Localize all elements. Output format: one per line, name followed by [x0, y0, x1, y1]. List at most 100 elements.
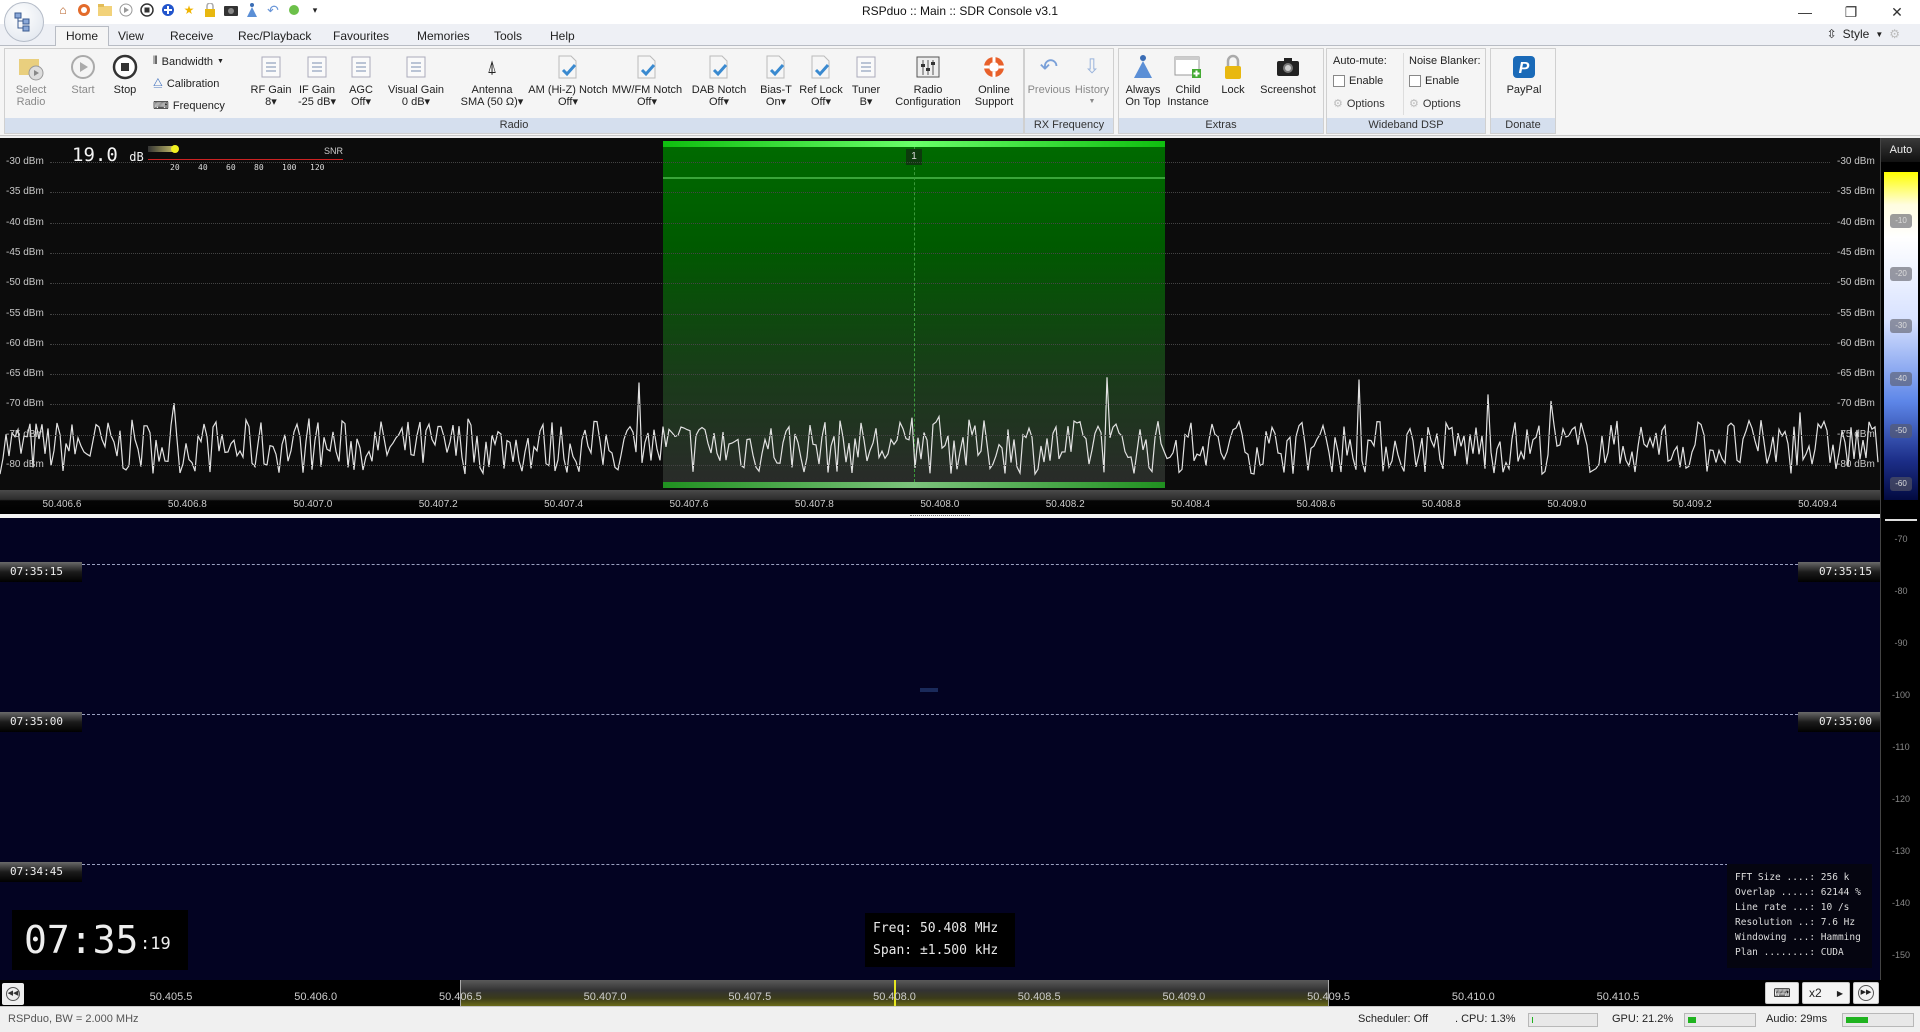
chevron-down-icon: ▼: [1875, 29, 1884, 39]
calibration-button[interactable]: ⧋ Calibration: [153, 77, 219, 90]
stop-button[interactable]: Stop: [105, 53, 145, 96]
db-gridline: [50, 374, 1830, 376]
db-gridline: [50, 343, 1830, 345]
am-notch-label: AM (Hi-Z) Notch: [528, 84, 608, 96]
bias-t-button[interactable]: Bias-T On▾: [757, 53, 795, 108]
snr-bar: [148, 146, 173, 152]
screenshot-label: Screenshot: [1260, 84, 1316, 96]
close-button[interactable]: ✕: [1874, 0, 1920, 24]
screenshot-button[interactable]: Screenshot: [1253, 53, 1323, 96]
if-gain-button[interactable]: IF Gain -25 dB▾: [295, 53, 339, 108]
zoom-selector[interactable]: x2 ▶: [1802, 982, 1850, 1004]
lock-button[interactable]: Lock: [1213, 53, 1253, 96]
frequency-label: 50.407.6: [669, 499, 709, 510]
clock: 07:35 :19: [12, 910, 188, 970]
ref-lock-button[interactable]: Ref Lock Off▾: [797, 53, 845, 108]
antenna-label: Antenna: [471, 84, 513, 96]
tab-home[interactable]: Home: [55, 26, 110, 47]
frequency-label: 50.406.8: [167, 499, 207, 510]
checkbox-icon[interactable]: [1409, 75, 1421, 87]
splitter-grip[interactable]: [910, 515, 970, 517]
tab-memories[interactable]: Memories: [407, 27, 480, 46]
tuner-button[interactable]: Tuner B▾: [847, 53, 885, 108]
visual-gain-button[interactable]: Visual Gain 0 dB▾: [383, 53, 449, 108]
select-radio-button[interactable]: Select Radio: [9, 53, 53, 108]
checkbox-icon[interactable]: [1333, 75, 1345, 87]
auto-button[interactable]: Auto: [1881, 138, 1920, 162]
gear-icon[interactable]: ⚙: [1889, 27, 1900, 41]
tuner-value-text: B: [859, 96, 867, 108]
fft-info-panel: FFT Size ....: 256 k Overlap .....: 6214…: [1727, 864, 1872, 968]
level-marker[interactable]: [1885, 519, 1917, 521]
dab-notch-value-text: Off: [708, 96, 724, 108]
auto-mute-options-button[interactable]: ⚙ Options: [1333, 97, 1385, 111]
app-menu-button[interactable]: [4, 2, 44, 42]
ribbon-group-rx-frequency: ↶ Previous ⇩ History ▼ RX Frequency: [1024, 48, 1114, 134]
db-label-left: -60 dBm: [6, 337, 44, 349]
checked-doc-icon: [762, 53, 790, 81]
tab-receive[interactable]: Receive: [160, 27, 223, 46]
scheduler-status[interactable]: Scheduler: Off: [1358, 1013, 1428, 1025]
tab-tools[interactable]: Tools: [484, 27, 532, 46]
online-support-button[interactable]: Online Support: [967, 53, 1021, 108]
keyboard-button[interactable]: ⌨: [1765, 982, 1799, 1004]
collapse-ribbon-icon[interactable]: ⇳: [1827, 27, 1837, 41]
db-label-right: -75 dBm: [1837, 428, 1875, 440]
radio-configuration-button[interactable]: Radio Configuration: [891, 53, 965, 108]
overview-label: 50.406.5: [438, 991, 482, 1003]
db-label-left: -40 dBm: [6, 216, 44, 228]
waterfall-display[interactable]: 07:35:15 07:35:15 07:35:00 07:35:00 07:3…: [0, 518, 1880, 980]
zoom-value: x2: [1809, 986, 1822, 1000]
frequency-label: 50.407.0: [293, 499, 333, 510]
if-gain-value-text: -25 dB: [298, 96, 331, 108]
visual-gain-label: Visual Gain: [387, 84, 445, 96]
clock-hours-minutes: 07:35: [24, 918, 139, 962]
tab-rec-playback[interactable]: Rec/Playback: [228, 27, 321, 46]
start-button[interactable]: Start: [63, 53, 103, 96]
always-on-top-button[interactable]: Always On Top: [1121, 53, 1165, 108]
agc-button[interactable]: AGC Off▾: [341, 53, 381, 108]
mwfm-notch-button[interactable]: MW/FM Notch Off▾: [609, 53, 685, 108]
tab-view[interactable]: View: [108, 27, 154, 46]
paypal-icon: P: [1510, 53, 1538, 81]
overview-label: 50.405.5: [149, 991, 193, 1003]
overview-frequency-bar[interactable]: ◀◀ 50.405.5 50.406.0 50.406.5 50.407.0 50.40…: [0, 980, 1920, 1006]
ribbon-group-donate: P PayPal Donate: [1490, 48, 1556, 134]
history-button[interactable]: ⇩ History ▼: [1071, 53, 1113, 108]
previous-button[interactable]: ↶ Previous: [1027, 53, 1071, 97]
bandwidth-button[interactable]: ⫴ Bandwidth ▼: [153, 55, 224, 68]
db-label-right: -50 dBm: [1837, 277, 1875, 289]
bandwidth-label: Bandwidth: [161, 55, 213, 68]
tab-help[interactable]: Help: [540, 27, 585, 46]
scroll-left-button[interactable]: ◀◀: [2, 983, 24, 1005]
child-instance-button[interactable]: Child Instance: [1165, 53, 1211, 108]
am-notch-button[interactable]: AM (Hi-Z) Notch Off▾: [525, 53, 611, 108]
rf-gain-button[interactable]: RF Gain 8▾: [249, 53, 293, 108]
colour-scale-bar[interactable]: Auto -10 -20 -30 -40 -50 -60 -70 -80 -90 -100 -11…: [1880, 138, 1920, 980]
start-label: Start: [71, 84, 95, 96]
paypal-button[interactable]: P PayPal: [1495, 53, 1553, 96]
minimize-button[interactable]: —: [1782, 0, 1828, 24]
spectrum-display[interactable]: 1 19.0 dB SNR 20 40 60 80 100 120 -30 dBm -30 …: [0, 138, 1880, 490]
fast-forward-button[interactable]: ▶▶: [1853, 982, 1879, 1004]
status-bar: RSPduo, BW = 2.000 MHz Scheduler: Off . …: [0, 1006, 1920, 1032]
select-radio-label-2: Radio: [16, 96, 46, 108]
list-icon: [347, 53, 375, 81]
noise-blanker-enable-checkbox[interactable]: Enable: [1409, 75, 1459, 87]
overview-label: 50.409.0: [1162, 991, 1206, 1003]
auto-mute-enable-checkbox[interactable]: Enable: [1333, 75, 1383, 87]
colour-tick: -20: [1890, 266, 1912, 281]
snr-scale-label: 120: [310, 163, 325, 172]
frequency-axis[interactable]: 50.406.6 50.406.8 50.407.0 50.407.2 50.407.4…: [0, 490, 1880, 514]
gpu-status: GPU: 21.2%: [1612, 1013, 1674, 1025]
dab-notch-button[interactable]: DAB Notch Off▾: [687, 53, 751, 108]
style-menu[interactable]: ⇳ Style ▼ ⚙: [1827, 27, 1900, 41]
noise-blanker-options-button[interactable]: ⚙ Options: [1409, 97, 1461, 111]
ribbon-tabs: Home View Receive Rec/Playback Favourite…: [0, 24, 1920, 47]
frequency-button[interactable]: ⌨ Frequency: [153, 99, 225, 113]
tab-favourites[interactable]: Favourites: [323, 27, 399, 46]
cpu-status: . CPU: 1.3%: [1455, 1013, 1516, 1025]
time-label-right: 07:35:15: [1798, 562, 1880, 582]
maximize-button[interactable]: ❐: [1828, 0, 1874, 24]
antenna-button[interactable]: ⍋ Antenna SMA (50 Ω)▾: [453, 53, 531, 108]
